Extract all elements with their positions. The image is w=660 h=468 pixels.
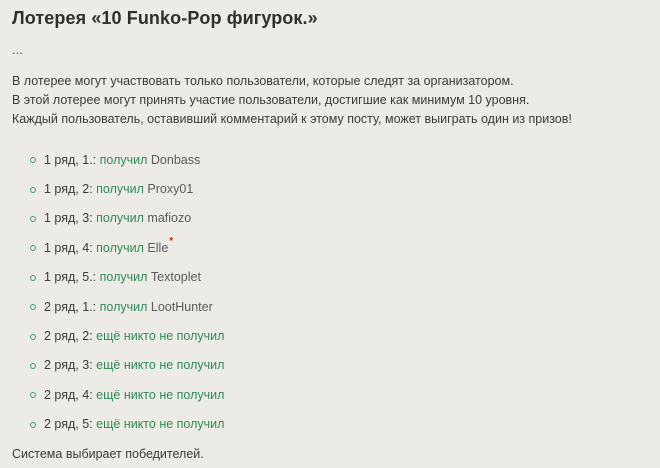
intro-line-level: В этой лотерее могут принять участие пол… (12, 93, 530, 107)
prize-item: 1 ряд, 3: получил mafiozo (30, 204, 224, 233)
winner-name[interactable]: LootHunter (151, 300, 213, 314)
bullet-icon (30, 215, 36, 222)
prize-row-label: 2 ряд, 3: (44, 358, 93, 373)
ellipsis-text: ... (12, 42, 23, 57)
prize-status: ещё никто не получил (96, 387, 225, 402)
prize-row-label: 1 ряд, 2: (44, 182, 93, 197)
prize-item: 2 ряд, 2: ещё никто не получил (30, 321, 224, 350)
prize-status: получил (96, 211, 144, 226)
prize-item: 1 ряд, 2: получил Proxy01 (30, 174, 224, 203)
prize-status: получил (96, 182, 144, 197)
prize-status: получил (96, 240, 144, 255)
prize-row-label: 1 ряд, 4: (44, 240, 93, 255)
prize-status: ещё никто не получил (96, 417, 225, 432)
bullet-icon (30, 392, 36, 399)
prize-status: получил (99, 270, 148, 285)
winner-name[interactable]: Textoplet (151, 270, 201, 284)
prize-row-label: 1 ряд, 1.: (44, 152, 97, 167)
prize-row-label: 1 ряд, 5.: (44, 270, 97, 285)
post-title: Лотерея «10 Funko-Pop фигурок.» (12, 8, 318, 28)
prize-item: 2 ряд, 5: ещё никто не получил (30, 410, 224, 439)
intro-line-followers: В лотерее могут участвовать только польз… (12, 74, 514, 88)
prize-item: 1 ряд, 4: получил Elle * (30, 233, 224, 262)
bullet-icon (30, 304, 36, 311)
intro-text: В лотерее могут участвовать только польз… (12, 72, 572, 129)
winner-name[interactable]: Elle (147, 241, 168, 255)
prize-row-label: 2 ряд, 2: (44, 329, 93, 344)
footer-text: Система выбирает победителей. (12, 447, 204, 461)
asterisk-mark: * (169, 236, 174, 248)
prize-status: получил (99, 299, 148, 314)
bullet-icon (30, 274, 36, 281)
prize-status: ещё никто не получил (96, 329, 225, 344)
prize-list: 1 ряд, 1.: получил Donbass 1 ряд, 2: пол… (30, 145, 224, 439)
winner-name[interactable]: mafiozo (147, 211, 191, 225)
prize-status: ещё никто не получил (96, 358, 225, 373)
prize-row-label: 2 ряд, 5: (44, 417, 93, 432)
bullet-icon (30, 333, 36, 340)
prize-row-label: 2 ряд, 1.: (44, 299, 97, 314)
prize-status: получил (99, 152, 148, 167)
bullet-icon (30, 157, 36, 164)
winner-name[interactable]: Proxy01 (147, 182, 193, 196)
bullet-icon (30, 245, 36, 252)
prize-item: 2 ряд, 1.: получил LootHunter (30, 292, 224, 321)
prize-item: 1 ряд, 5.: получил Textoplet (30, 263, 224, 292)
bullet-icon (30, 186, 36, 193)
prize-item: 1 ряд, 1.: получил Donbass (30, 145, 224, 174)
intro-line-comment: Каждый пользователь, оставивший коммента… (12, 112, 572, 126)
prize-item: 2 ряд, 3: ещё никто не получил (30, 351, 224, 380)
prize-item: 2 ряд, 4: ещё никто не получил (30, 380, 224, 409)
prize-row-label: 1 ряд, 3: (44, 211, 93, 226)
bullet-icon (30, 421, 36, 428)
prize-row-label: 2 ряд, 4: (44, 387, 93, 402)
bullet-icon (30, 362, 36, 369)
winner-name[interactable]: Donbass (151, 153, 200, 167)
